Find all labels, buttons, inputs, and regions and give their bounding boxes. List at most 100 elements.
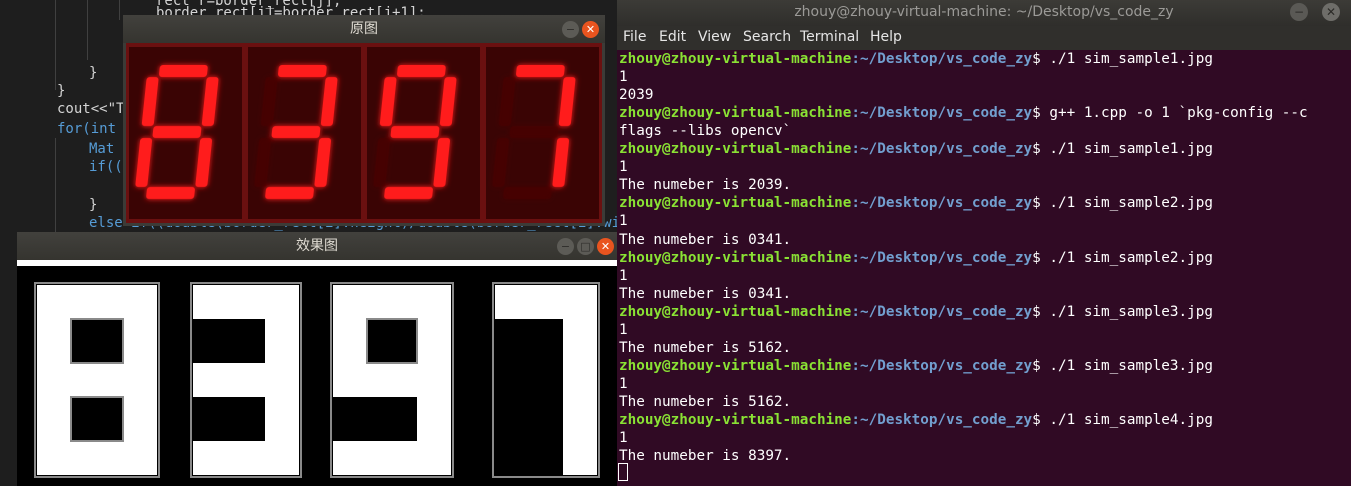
menu-view[interactable]: View — [698, 29, 731, 45]
segment-f — [333, 285, 367, 380]
segment-b — [265, 285, 299, 380]
segment-g — [152, 126, 202, 138]
segment-a — [397, 65, 446, 77]
terminal-output-line: 1 — [619, 430, 628, 446]
close-button[interactable]: ✕ — [582, 21, 599, 38]
terminal-window[interactable]: zhouy@zhouy-virtual-machine: ~/Desktop/v… — [617, 0, 1351, 486]
segment-g — [390, 126, 440, 138]
terminal-cursor — [618, 463, 628, 481]
segment-c — [417, 380, 451, 475]
terminal-command-line: zhouy@zhouy-virtual-machine:~/Desktop/vs… — [619, 140, 1213, 158]
segment-d — [503, 187, 552, 199]
command-text: ./1 sim_sample2.jpg — [1040, 195, 1213, 211]
prompt-path: :~/Desktop/vs_code_zy — [851, 105, 1033, 121]
prompt-path: :~/Desktop/vs_code_zy — [851, 195, 1033, 211]
seven-segment-display — [129, 47, 599, 219]
segment-e — [37, 380, 71, 475]
terminal-command-line: zhouy@zhouy-virtual-machine:~/Desktop/vs… — [619, 249, 1213, 267]
terminal-output-line: 1 — [619, 268, 628, 284]
terminal-output-line: 1 — [619, 159, 628, 175]
prompt-symbol: $ — [1032, 141, 1041, 157]
code-line: } — [89, 197, 98, 213]
terminal-command-line: zhouy@zhouy-virtual-machine:~/Desktop/vs… — [619, 357, 1213, 375]
terminal-menubar: File Edit View Search Terminal Help — [617, 26, 1351, 50]
menu-file[interactable]: File — [623, 29, 646, 45]
code-line: Mat — [89, 141, 115, 157]
original-window-titlebar[interactable]: 原图 − ✕ — [123, 15, 605, 43]
segment-g — [271, 126, 321, 138]
original-window-title: 原图 — [350, 21, 378, 37]
minimize-button[interactable]: − — [557, 238, 574, 255]
terminal-output[interactable]: zhouy@zhouy-virtual-machine:~/Desktop/vs… — [617, 50, 1351, 486]
terminal-title: zhouy@zhouy-virtual-machine: ~/Desktop/v… — [794, 4, 1174, 20]
terminal-output-line: 2039 — [619, 87, 654, 103]
menu-terminal[interactable]: Terminal — [800, 29, 859, 45]
terminal-output-line: The numeber is 2039. — [619, 177, 792, 193]
binarized-image — [17, 260, 617, 486]
top-border — [17, 260, 617, 266]
prompt-symbol: $ — [1032, 412, 1041, 428]
minimize-button[interactable]: − — [1290, 3, 1308, 21]
indent-guide — [55, 0, 56, 90]
prompt-symbol: $ — [1032, 250, 1041, 266]
prompt-symbol: $ — [1032, 358, 1041, 374]
digit-9 — [333, 285, 451, 475]
prompt-user: zhouy@zhouy-virtual-machine — [619, 105, 852, 121]
segment-c — [563, 380, 597, 475]
segment-f — [37, 285, 71, 380]
segment-c — [265, 380, 299, 475]
prompt-user: zhouy@zhouy-virtual-machine — [619, 250, 852, 266]
indent-guide — [55, 138, 56, 238]
menu-help[interactable]: Help — [870, 29, 902, 45]
terminal-output-line: The numeber is 8397. — [619, 448, 792, 464]
terminal-output-line: The numeber is 5162. — [619, 340, 792, 356]
command-text: ./1 sim_sample3.jpg — [1040, 358, 1213, 374]
segment-c — [123, 380, 157, 475]
indent-guide — [119, 0, 120, 20]
digit-7 — [495, 285, 597, 475]
prompt-user: zhouy@zhouy-virtual-machine — [619, 195, 852, 211]
segment-g — [509, 126, 559, 138]
prompt-user: zhouy@zhouy-virtual-machine — [619, 141, 852, 157]
original-image-window[interactable]: 原图 − ✕ — [123, 15, 605, 226]
terminal-command-line: zhouy@zhouy-virtual-machine:~/Desktop/vs… — [619, 50, 1213, 68]
digit-8 — [37, 285, 157, 475]
terminal-command-line: zhouy@zhouy-virtual-machine:~/Desktop/vs… — [619, 194, 1213, 212]
prompt-user: zhouy@zhouy-virtual-machine — [619, 358, 852, 374]
terminal-output-line: 1 — [619, 213, 628, 229]
digit-3 — [193, 285, 299, 475]
prompt-symbol: $ — [1032, 105, 1041, 121]
maximize-button[interactable]: □ — [577, 238, 594, 255]
terminal-command-line: zhouy@zhouy-virtual-machine:~/Desktop/vs… — [619, 411, 1213, 429]
prompt-path: :~/Desktop/vs_code_zy — [851, 51, 1033, 67]
close-button[interactable]: ✕ — [1322, 3, 1340, 21]
code-line: } — [89, 65, 98, 81]
command-text: ./1 sim_sample2.jpg — [1040, 250, 1213, 266]
menu-edit[interactable]: Edit — [659, 29, 686, 45]
result-image-window[interactable]: 效果图 − □ ✕ — [17, 232, 617, 486]
terminal-titlebar[interactable]: zhouy@zhouy-virtual-machine: ~/Desktop/v… — [617, 0, 1351, 26]
segment-b — [123, 285, 157, 380]
minimize-button[interactable]: − — [562, 21, 579, 38]
terminal-output-line: 1 — [619, 69, 628, 85]
terminal-command-line: zhouy@zhouy-virtual-machine:~/Desktop/vs… — [619, 303, 1213, 321]
hole-box — [70, 396, 124, 442]
menu-search[interactable]: Search — [743, 29, 791, 45]
terminal-command-line: zhouy@zhouy-virtual-machine:~/Desktop/vs… — [619, 104, 1308, 122]
segment-b — [417, 285, 451, 380]
prompt-user: zhouy@zhouy-virtual-machine — [619, 304, 852, 320]
code-line: cout<<"T — [57, 101, 125, 117]
prompt-path: :~/Desktop/vs_code_zy — [851, 304, 1033, 320]
prompt-user: zhouy@zhouy-virtual-machine — [619, 51, 852, 67]
close-button[interactable]: ✕ — [597, 238, 614, 255]
result-window-titlebar[interactable]: 效果图 − □ ✕ — [17, 232, 617, 260]
code-line: } — [57, 83, 66, 99]
prompt-path: :~/Desktop/vs_code_zy — [851, 412, 1033, 428]
indent-guide — [87, 0, 88, 60]
binarized-digits — [17, 260, 617, 478]
segment-d — [384, 187, 433, 199]
prompt-path: :~/Desktop/vs_code_zy — [851, 358, 1033, 374]
prompt-user: zhouy@zhouy-virtual-machine — [619, 412, 852, 428]
segment-d — [265, 187, 314, 199]
prompt-path: :~/Desktop/vs_code_zy — [851, 141, 1033, 157]
